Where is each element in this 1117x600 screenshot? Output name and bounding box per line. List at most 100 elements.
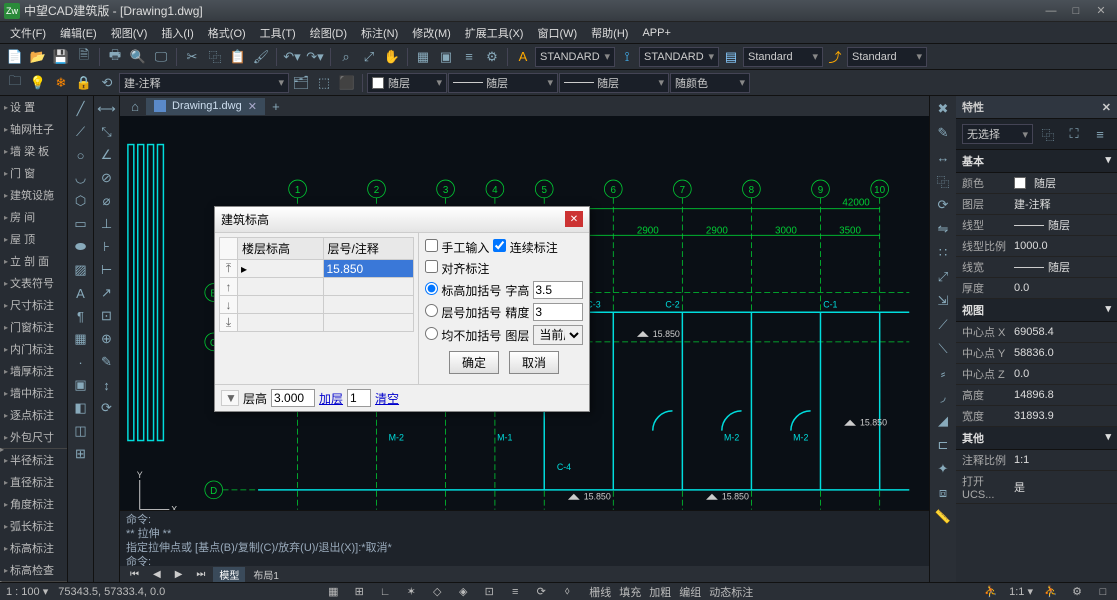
cell-elev-value[interactable]: 15.850	[323, 260, 414, 278]
hatch-icon[interactable]: ▨	[70, 259, 92, 281]
clear-link[interactable]: 清空	[375, 390, 399, 407]
wipeout-icon[interactable]: ◫	[70, 420, 92, 442]
maximize-button[interactable]: □	[1064, 3, 1088, 19]
prop-toggle-icon[interactable]: ≡	[1089, 123, 1111, 145]
dim-update-icon[interactable]: ⟳	[96, 397, 118, 419]
row-arrow-bottom[interactable]: ⤓	[220, 314, 238, 332]
saveas-icon[interactable]: 🗎	[73, 46, 95, 68]
layer-combo[interactable]: 建-注释	[119, 73, 289, 93]
sidepanel-item[interactable]: 标高检查	[0, 559, 67, 581]
text-style-icon[interactable]: A	[512, 46, 534, 68]
dialog-close-icon[interactable]: ✕	[565, 211, 583, 227]
stretch-icon[interactable]: ⇲	[932, 290, 954, 312]
status-mode[interactable]: 填充	[619, 587, 641, 599]
tool-icon[interactable]: ⚙	[481, 46, 503, 68]
tab-model[interactable]: 模型	[213, 567, 245, 582]
lineweight-combo[interactable]: 随层	[559, 73, 669, 93]
menu-item[interactable]: 编辑(E)	[54, 23, 103, 43]
menu-item[interactable]: 标注(N)	[355, 23, 404, 43]
preview-icon[interactable]: 🔍	[127, 46, 149, 68]
menu-item[interactable]: 格式(O)	[202, 23, 252, 43]
sidepanel-item[interactable]: 墙 梁 板	[0, 140, 67, 162]
tolerance-icon[interactable]: ⊡	[96, 305, 118, 327]
add-floor-link[interactable]: 加层	[319, 390, 343, 407]
layer-select[interactable]: 当前层	[533, 325, 583, 345]
sidepanel-item[interactable]: 门窗标注	[0, 316, 67, 338]
pline-icon[interactable]: ⟋	[70, 121, 92, 143]
arc-icon[interactable]: ◡	[70, 167, 92, 189]
prop-row[interactable]: 宽度31893.9	[956, 406, 1117, 427]
tab-next-icon[interactable]: ▶	[169, 569, 189, 580]
tab-add-icon[interactable]: +	[265, 96, 287, 117]
dim-edit-icon[interactable]: ✎	[96, 351, 118, 373]
section-view[interactable]: 视图▾	[956, 299, 1117, 322]
chamfer-icon[interactable]: ◢	[932, 410, 954, 432]
sidepanel-item[interactable]: 房 间	[0, 206, 67, 228]
close-button[interactable]: ✕	[1089, 3, 1113, 19]
text-height-input[interactable]	[533, 281, 583, 299]
edit-icon[interactable]: ✎	[932, 122, 954, 144]
quick-select-icon[interactable]: ⛶	[1063, 123, 1085, 145]
prop-row[interactable]: 高度14896.8	[956, 385, 1117, 406]
mleader-style-icon[interactable]: ⤴	[824, 46, 846, 68]
lwt-icon[interactable]: ≡	[507, 585, 523, 599]
prop-row[interactable]: 中心点 Z0.0	[956, 364, 1117, 385]
prop-row[interactable]: 线型比例1000.0	[956, 236, 1117, 257]
cycle-icon[interactable]: ⟳	[533, 585, 549, 599]
cancel-button[interactable]: 取消	[509, 351, 559, 374]
sidepanel-item[interactable]: 角度标注	[0, 493, 67, 515]
point-icon[interactable]: ·	[70, 351, 92, 373]
radio-no-paren[interactable]: 均不加括号	[425, 327, 501, 344]
sidepanel-item[interactable]: 墙厚标注	[0, 360, 67, 382]
text-style-combo[interactable]: STANDARD	[535, 47, 615, 67]
menu-item[interactable]: APP+	[636, 25, 676, 41]
line-icon[interactable]: ╱	[70, 98, 92, 120]
zoom-ext-icon[interactable]: ⤢	[358, 46, 380, 68]
dim-cont-icon[interactable]: ⊦	[96, 236, 118, 258]
section-basic[interactable]: 基本▾	[956, 150, 1117, 173]
explode-icon[interactable]: ✦	[932, 458, 954, 480]
tab-first-icon[interactable]: ⏮	[124, 569, 145, 580]
copy2-icon[interactable]: ⿻	[932, 170, 954, 192]
selection-combo[interactable]: 无选择	[962, 124, 1033, 144]
print-icon[interactable]: 🖶	[104, 46, 126, 68]
snap-grid-icon[interactable]: ▦	[325, 585, 341, 599]
command-line[interactable]: 命令: ** 拉伸 ** 指定拉伸点或 [基点(B)/复制(C)/放弃(U)/退…	[120, 510, 929, 566]
prop-row[interactable]: 中心点 X69058.4	[956, 322, 1117, 343]
sidepanel-item[interactable]: 文表符号	[0, 272, 67, 294]
measure-icon[interactable]: 📏	[932, 506, 954, 528]
row-arrow-up[interactable]: ↑	[220, 278, 238, 296]
sidepanel-item[interactable]: 弧长标注	[0, 515, 67, 537]
status-mode[interactable]: 加粗	[649, 587, 671, 599]
mirror-icon[interactable]: ⇋	[932, 218, 954, 240]
ellipse-icon[interactable]: ⬬	[70, 236, 92, 258]
table-icon[interactable]: ▦	[412, 46, 434, 68]
precision-input[interactable]	[533, 303, 583, 321]
prop-row[interactable]: 颜色随层	[956, 173, 1117, 194]
iso-icon[interactable]: ⬨	[559, 585, 575, 599]
erase-icon[interactable]: ✖	[932, 98, 954, 120]
radio-floor-paren[interactable]: 层号加括号	[425, 304, 501, 321]
menu-item[interactable]: 窗口(W)	[531, 23, 583, 43]
chk-continuous[interactable]: 连续标注	[493, 239, 557, 256]
prop-row[interactable]: 注释比例1:1	[956, 450, 1117, 471]
tab-last-icon[interactable]: ⏭	[190, 569, 211, 580]
sidepanel-item[interactable]: 标高标注	[0, 537, 67, 559]
menu-item[interactable]: 修改(M)	[406, 23, 457, 43]
menu-item[interactable]: 文件(F)	[4, 23, 52, 43]
menu-item[interactable]: 插入(I)	[155, 23, 199, 43]
array-icon[interactable]: ∷	[932, 242, 954, 264]
dim-tedit-icon[interactable]: ↕	[96, 374, 118, 396]
snap-mode-icon[interactable]: ⊞	[351, 585, 367, 599]
text-icon[interactable]: A	[70, 282, 92, 304]
layer-prev-icon[interactable]: ⟲	[96, 72, 118, 94]
prop-row[interactable]: 图层建-注释	[956, 194, 1117, 215]
grid-icon[interactable]: ⊞	[70, 443, 92, 465]
trim-icon[interactable]: ⟋	[932, 314, 954, 336]
sidepanel-item[interactable]: 屋 顶	[0, 228, 67, 250]
paste-icon[interactable]: 📋	[227, 46, 249, 68]
copy-icon[interactable]: ⿻	[204, 46, 226, 68]
layer-lock-icon[interactable]: 🔒	[73, 72, 95, 94]
dim-ord-icon[interactable]: ⊥	[96, 213, 118, 235]
publish-icon[interactable]: 🖵	[150, 46, 172, 68]
